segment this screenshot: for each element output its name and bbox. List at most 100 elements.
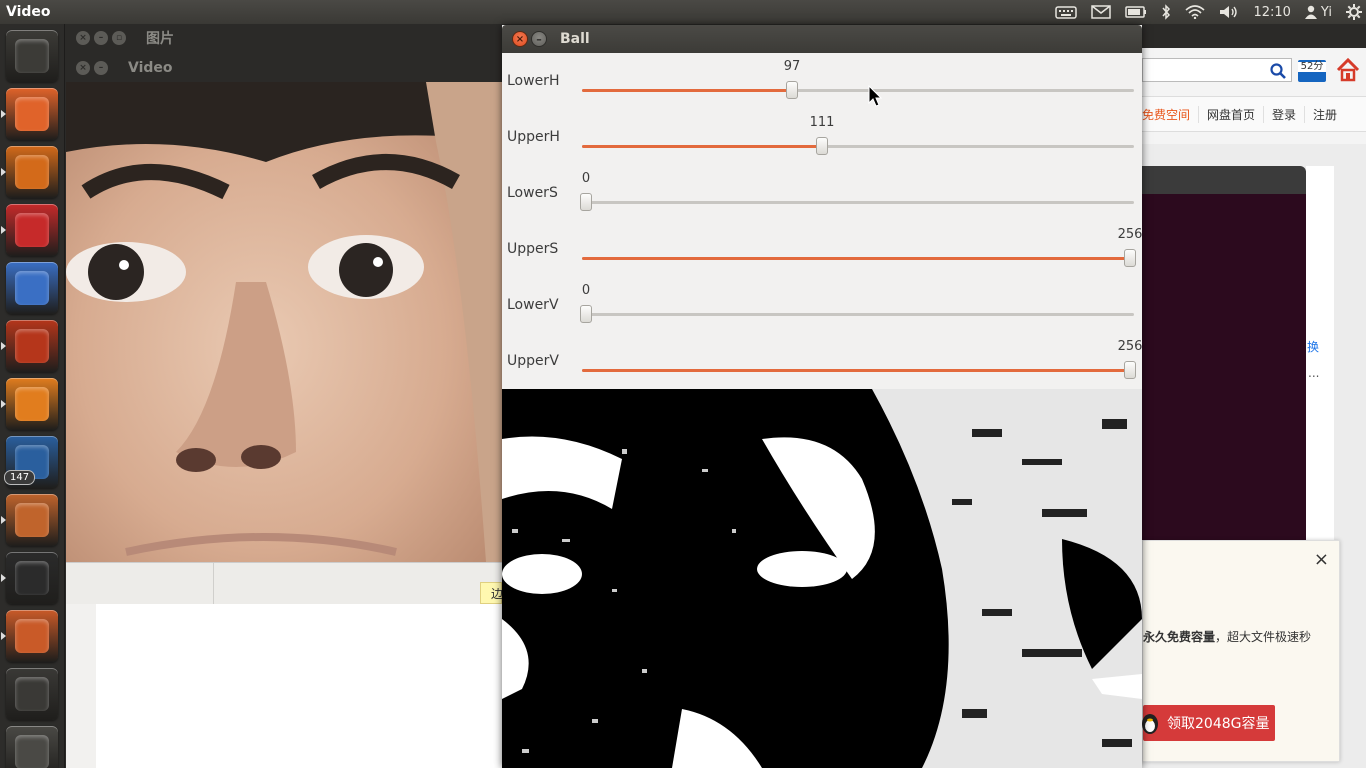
- running-indicator: [1, 632, 6, 640]
- slider-fill: [582, 257, 1130, 260]
- slider-fill: [582, 89, 792, 92]
- video-editor-icon[interactable]: [6, 610, 58, 662]
- chrome-icon[interactable]: [6, 204, 58, 256]
- slider-label: LowerS: [507, 185, 558, 201]
- files-glyph: [15, 97, 49, 131]
- claim-storage-button[interactable]: 领取2048G容量: [1142, 705, 1275, 741]
- video-window-statusbar: [66, 562, 502, 605]
- gear-icon[interactable]: [1346, 4, 1362, 20]
- terminal-glyph: [15, 561, 49, 595]
- minimize-icon[interactable]: –: [94, 31, 108, 45]
- top-panel: Video 12:10 Yi: [0, 0, 1366, 24]
- slider-thumb[interactable]: [580, 305, 592, 323]
- promo-text-rest: ，超大文件极速秒: [1215, 630, 1312, 644]
- user-name: Yi: [1320, 4, 1332, 20]
- slider-value: 97: [783, 59, 801, 74]
- update-manager-glyph: [15, 503, 49, 537]
- close-icon[interactable]: ×: [1314, 549, 1329, 570]
- user-menu[interactable]: Yi: [1304, 4, 1332, 20]
- document-area: [96, 604, 502, 768]
- video-window-titlebar[interactable]: × – Video: [76, 54, 173, 82]
- promo-popup: × 永久免费容量，超大文件极速秒 领取2048G容量: [1142, 540, 1340, 762]
- vlc-icon[interactable]: [6, 378, 58, 430]
- points-badge[interactable]: 52分: [1298, 60, 1326, 82]
- video-feed: [66, 82, 502, 562]
- vlc-glyph: [15, 387, 49, 421]
- points-text: 52分: [1298, 62, 1326, 72]
- mail-icon[interactable]: [1091, 5, 1112, 19]
- slider-label: LowerH: [507, 73, 560, 89]
- pictures-window-titlebar[interactable]: × – ▫ 图片: [76, 24, 174, 52]
- threshold-mask-image: [502, 389, 1142, 768]
- home-icon[interactable]: [1336, 57, 1360, 86]
- slider-track[interactable]: [580, 193, 1134, 211]
- slider-value: 256: [1117, 227, 1143, 242]
- mouse-cursor-icon: [868, 85, 882, 107]
- files-icon[interactable]: [6, 88, 58, 140]
- minimize-icon[interactable]: –: [531, 31, 547, 47]
- dash-home-icon[interactable]: [6, 30, 58, 82]
- nav-netdisk-home[interactable]: 网盘首页: [1199, 105, 1265, 123]
- nav-register[interactable]: 注册: [1305, 106, 1345, 123]
- bluetooth-icon[interactable]: [1161, 4, 1171, 20]
- side-ellipsis: ...: [1308, 366, 1320, 380]
- slider-track[interactable]: [582, 137, 1134, 155]
- wifi-icon[interactable]: [1185, 5, 1205, 19]
- close-icon[interactable]: ×: [76, 31, 90, 45]
- volume-icon[interactable]: [1219, 5, 1239, 19]
- slider-thumb[interactable]: [580, 193, 592, 211]
- slider-label: UpperH: [507, 129, 560, 145]
- keyboard-icon[interactable]: [1055, 5, 1078, 19]
- side-link[interactable]: 换: [1307, 338, 1319, 355]
- user-icon: [1304, 5, 1317, 19]
- slider-track[interactable]: [582, 81, 1134, 99]
- slider-thumb[interactable]: [786, 81, 798, 99]
- slider-track[interactable]: [582, 249, 1136, 267]
- slider-track[interactable]: [580, 305, 1134, 323]
- slider-value: 111: [809, 115, 835, 130]
- running-indicator: [1, 574, 6, 582]
- claim-storage-label: 领取2048G容量: [1167, 716, 1270, 732]
- indicator-area: 12:10 Yi: [1055, 0, 1362, 24]
- running-indicator: [1, 110, 6, 118]
- slider-upperv: UpperV 256: [502, 333, 1142, 389]
- pictures-window-title: 图片: [146, 31, 174, 47]
- clock[interactable]: 12:10: [1253, 5, 1290, 20]
- maximize-icon[interactable]: ▫: [112, 31, 126, 45]
- active-app-title: Video: [6, 4, 51, 20]
- workspace-switcher-glyph: [15, 677, 49, 711]
- qq-penguin-icon: [1142, 714, 1158, 734]
- slider-thumb[interactable]: [1124, 361, 1136, 379]
- trash-icon[interactable]: [6, 726, 58, 768]
- firefox-glyph: [15, 155, 49, 189]
- slider-value: 0: [581, 171, 591, 186]
- ball-window: × – Ball LowerH 97 UpperH 111 LowerS 0 UpperS 2…: [502, 25, 1142, 768]
- chrome-glyph: [15, 213, 49, 247]
- search-icon[interactable]: [1270, 63, 1286, 83]
- slider-uppers: UpperS 256: [502, 221, 1142, 277]
- firefox-icon[interactable]: [6, 146, 58, 198]
- bluefish-icon[interactable]: [6, 262, 58, 314]
- document-margin: [66, 604, 96, 768]
- slider-label: LowerV: [507, 297, 559, 313]
- launcher: [0, 24, 65, 768]
- update-manager-icon[interactable]: [6, 494, 58, 546]
- close-icon[interactable]: ×: [76, 61, 90, 75]
- slider-fill: [582, 145, 822, 148]
- running-indicator: [1, 400, 6, 408]
- terminal-icon[interactable]: [6, 552, 58, 604]
- slider-thumb[interactable]: [816, 137, 828, 155]
- close-icon[interactable]: ×: [512, 31, 528, 47]
- trash-glyph: [15, 735, 49, 768]
- battery-icon[interactable]: [1125, 6, 1147, 18]
- nav-login[interactable]: 登录: [1264, 105, 1306, 123]
- ubuntu-software-icon[interactable]: [6, 320, 58, 372]
- slider-thumb[interactable]: [1124, 249, 1136, 267]
- ubuntu-software-glyph: [15, 329, 49, 363]
- nav-free-space[interactable]: 免费空间: [1142, 105, 1200, 123]
- slider-track[interactable]: [582, 361, 1136, 379]
- ball-window-titlebar[interactable]: × – Ball: [502, 25, 1142, 53]
- terminal-window-titlebar[interactable]: [1142, 166, 1306, 194]
- workspace-switcher-icon[interactable]: [6, 668, 58, 720]
- minimize-icon[interactable]: –: [94, 61, 108, 75]
